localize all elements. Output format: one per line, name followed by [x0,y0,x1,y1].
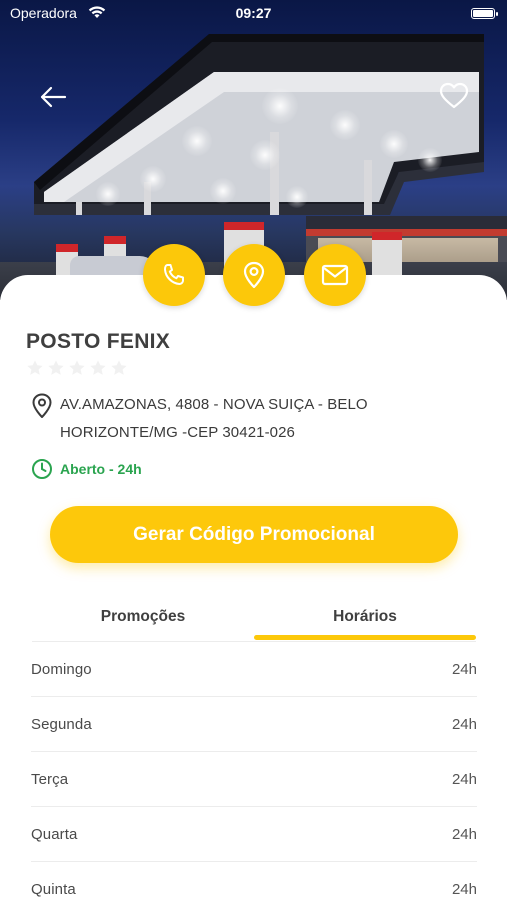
canopy-light [286,186,308,208]
favorite-button[interactable] [436,78,472,114]
generate-promo-code-button[interactable]: Gerar Código Promocional [50,506,458,563]
star-icon [111,360,127,375]
address-row: AV.AMAZONAS, 4808 - NOVA SUIÇA - BELO HO… [30,391,490,447]
list-item: Segunda 24h [31,697,477,752]
contact-actions [0,244,507,308]
star-icon [48,360,64,375]
battery-icon [471,8,498,19]
star-icon [90,360,106,375]
tab-promotions[interactable]: Promoções [32,600,254,642]
canopy-light [140,166,166,192]
arrow-left-icon [40,86,67,108]
list-item: Quarta 24h [31,807,477,862]
hours-value: 24h [451,770,477,788]
hours-value: 24h [451,715,477,733]
hours-value: 24h [451,825,477,843]
open-status-text: Aberto - 24h [60,461,142,477]
station-name: POSTO FENIX [26,330,171,353]
location-pin-icon [32,393,52,418]
day-label: Quinta [31,880,76,898]
phone-icon [164,264,184,285]
day-label: Domingo [31,660,92,678]
clock-time: 09:27 [235,5,272,21]
clock-icon [32,459,52,479]
back-button[interactable] [36,80,70,114]
list-item: Quinta 24h [31,862,477,900]
status-bar: Operadora 09:27 [0,0,507,28]
email-button[interactable] [304,244,366,306]
canopy-light [262,88,298,124]
list-item: Terça 24h [31,752,477,807]
heart-icon [439,82,469,109]
opening-status: Aberto - 24h [31,458,142,480]
canopy-light [250,140,280,170]
call-button[interactable] [143,244,205,306]
hours-value: 24h [451,880,477,898]
day-label: Segunda [31,715,92,733]
canopy-light [182,126,212,156]
hours-list: Domingo 24h Segunda 24h Terça 24h Quarta… [31,642,477,900]
canopy-light [380,130,408,158]
hours-value: 24h [451,660,477,678]
canopy-light [418,148,442,172]
day-label: Terça [31,770,69,788]
envelope-icon [321,264,349,286]
canopy-light [210,178,236,204]
star-icon [69,360,85,375]
list-item: Domingo 24h [31,642,477,697]
location-button[interactable] [223,244,285,306]
canopy-light [96,182,120,206]
station-address: AV.AMAZONAS, 4808 - NOVA SUIÇA - BELO HO… [60,396,368,441]
active-tab-indicator [254,635,476,640]
day-label: Quarta [31,825,78,843]
rating-stars [26,359,128,377]
canopy-light [330,110,360,140]
tab-bar: Promoções Horários [32,600,476,642]
star-icon [27,360,43,375]
map-pin-icon [243,261,265,289]
